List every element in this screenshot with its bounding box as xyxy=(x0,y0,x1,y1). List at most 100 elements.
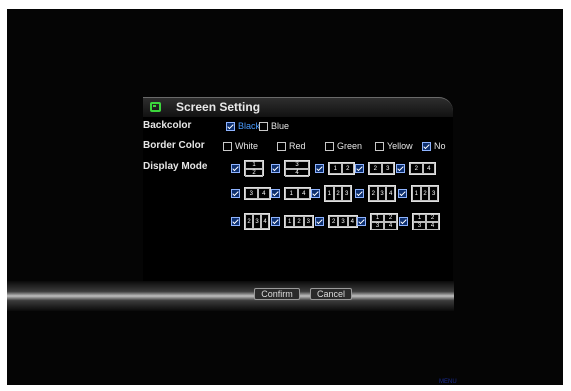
confirm-button[interactable]: Confirm xyxy=(254,288,300,300)
dialog-footer xyxy=(7,281,454,311)
display-mode-option[interactable]: 1 4 xyxy=(271,187,311,200)
cell: 1 xyxy=(413,214,426,222)
checkbox-icon[interactable] xyxy=(325,141,334,151)
display-mode-option[interactable]: 1 2 3 xyxy=(398,185,439,202)
layout-tile[interactable]: 2 3 xyxy=(368,162,395,175)
display-mode-option[interactable]: 1 2 3 4 xyxy=(357,213,398,230)
cell: 1 xyxy=(245,161,263,169)
display-mode-option[interactable]: 2 3 xyxy=(355,162,395,175)
layout-tile[interactable]: 2 3 4 xyxy=(328,215,358,228)
layout-tile[interactable]: 3 4 xyxy=(284,160,310,177)
cell: 2 xyxy=(333,186,343,201)
cell: 3 xyxy=(253,214,261,229)
checkbox-icon[interactable] xyxy=(399,217,408,226)
cell: 4 xyxy=(422,163,435,174)
cell: 1 xyxy=(285,216,295,227)
checkbox-icon[interactable] xyxy=(223,141,232,151)
cell: 4 xyxy=(297,188,310,199)
checkbox-icon[interactable] xyxy=(231,189,240,198)
checkbox-icon[interactable] xyxy=(422,141,431,151)
border-red-option[interactable]: Red xyxy=(277,141,306,151)
cell: 3 xyxy=(371,222,384,230)
layout-tile[interactable]: 1 2 3 xyxy=(324,185,352,202)
checkbox-icon[interactable] xyxy=(357,217,366,226)
checkbox-icon[interactable] xyxy=(231,217,240,226)
border-no-option[interactable]: No xyxy=(422,141,446,151)
border-green-option[interactable]: Green xyxy=(325,141,362,151)
border-yellow-option[interactable]: Yellow xyxy=(375,141,413,151)
cell: 1 xyxy=(371,214,384,222)
checkbox-icon[interactable] xyxy=(259,121,268,131)
backcolor-black-option[interactable]: Black xyxy=(226,121,260,131)
display-mode-option[interactable]: 3 4 xyxy=(271,160,310,177)
layout-tile[interactable]: 1 2 3 4 xyxy=(370,213,398,230)
layout-tile[interactable]: 1 2 xyxy=(244,160,264,177)
cell: 2 xyxy=(369,186,378,201)
cell: 1 xyxy=(325,186,334,201)
display-mode-option[interactable]: 1 2 xyxy=(231,160,264,177)
checkbox-icon[interactable] xyxy=(398,189,407,198)
display-mode-option[interactable]: 1 2 3 xyxy=(311,185,352,202)
cell: 2 xyxy=(426,214,439,222)
cell: 4 xyxy=(384,222,397,230)
display-mode-option[interactable]: 1 2 3 4 xyxy=(399,213,440,230)
display-mode-label: Display Mode xyxy=(143,161,208,172)
cell: 2 xyxy=(245,214,253,229)
display-mode-option[interactable]: 2 3 4 xyxy=(315,215,358,228)
checkbox-icon[interactable] xyxy=(231,163,240,173)
border-white-option[interactable]: White xyxy=(223,141,258,151)
border-color-label: Border Color xyxy=(143,140,205,151)
cancel-button[interactable]: Cancel xyxy=(310,288,352,300)
option-label: Green xyxy=(337,141,363,151)
checkbox-icon[interactable] xyxy=(396,164,405,173)
checkbox-icon[interactable] xyxy=(226,121,235,131)
display-mode-option[interactable]: 2 3 4 xyxy=(231,213,270,230)
checkbox-icon[interactable] xyxy=(271,189,280,198)
cell: 3 xyxy=(285,161,309,169)
option-label: No xyxy=(434,141,446,151)
cell: 3 xyxy=(245,188,258,199)
display-mode-option[interactable]: 1 2 xyxy=(315,162,355,175)
cell: 2 xyxy=(369,163,382,174)
layout-tile[interactable]: 1 2 3 xyxy=(284,215,314,228)
cell: 3 xyxy=(429,186,438,201)
option-label: Yellow xyxy=(387,141,413,151)
cell: 2 xyxy=(341,163,354,174)
checkbox-icon[interactable] xyxy=(355,189,364,198)
layout-tile[interactable]: 2 4 xyxy=(409,162,436,175)
checkbox-icon[interactable] xyxy=(311,189,320,198)
monitor-icon xyxy=(150,102,161,112)
display-mode-option[interactable]: 2 4 xyxy=(396,162,436,175)
checkbox-icon[interactable] xyxy=(271,217,280,226)
cell: 2 xyxy=(245,169,263,177)
backcolor-blue-option[interactable]: Blue xyxy=(259,121,289,131)
option-label: Red xyxy=(289,141,306,151)
checkbox-icon[interactable] xyxy=(375,141,384,151)
checkbox-icon[interactable] xyxy=(315,217,324,226)
checkbox-icon[interactable] xyxy=(355,164,364,173)
layout-tile[interactable]: 1 2 3 4 xyxy=(412,213,440,230)
display-mode-option[interactable]: 3 4 xyxy=(231,187,271,200)
cell: 3 xyxy=(413,222,426,230)
cell: 3 xyxy=(381,163,394,174)
dialog-header: Screen Setting xyxy=(143,97,453,118)
cell: 4 xyxy=(426,222,439,230)
cell: 3 xyxy=(303,216,313,227)
display-mode-option[interactable]: 2 3 4 xyxy=(355,185,396,202)
option-label: Black xyxy=(238,121,261,131)
layout-tile[interactable]: 3 4 xyxy=(244,187,271,200)
layout-tile[interactable]: 1 2 3 xyxy=(411,185,439,202)
layout-tile[interactable]: 2 3 4 xyxy=(368,185,396,202)
layout-tile[interactable]: 1 2 xyxy=(328,162,355,175)
backcolor-label: Backcolor xyxy=(143,120,192,131)
taskbar-menu-label[interactable]: MENU xyxy=(439,379,457,385)
checkbox-icon[interactable] xyxy=(315,164,324,173)
cell: 4 xyxy=(347,216,357,227)
checkbox-icon[interactable] xyxy=(271,163,280,173)
layout-tile[interactable]: 1 4 xyxy=(284,187,311,200)
cell: 3 xyxy=(377,186,387,201)
display-mode-option[interactable]: 1 2 3 xyxy=(271,215,314,228)
option-label: White xyxy=(235,141,259,151)
layout-tile[interactable]: 2 3 4 xyxy=(244,213,270,230)
checkbox-icon[interactable] xyxy=(277,141,286,151)
